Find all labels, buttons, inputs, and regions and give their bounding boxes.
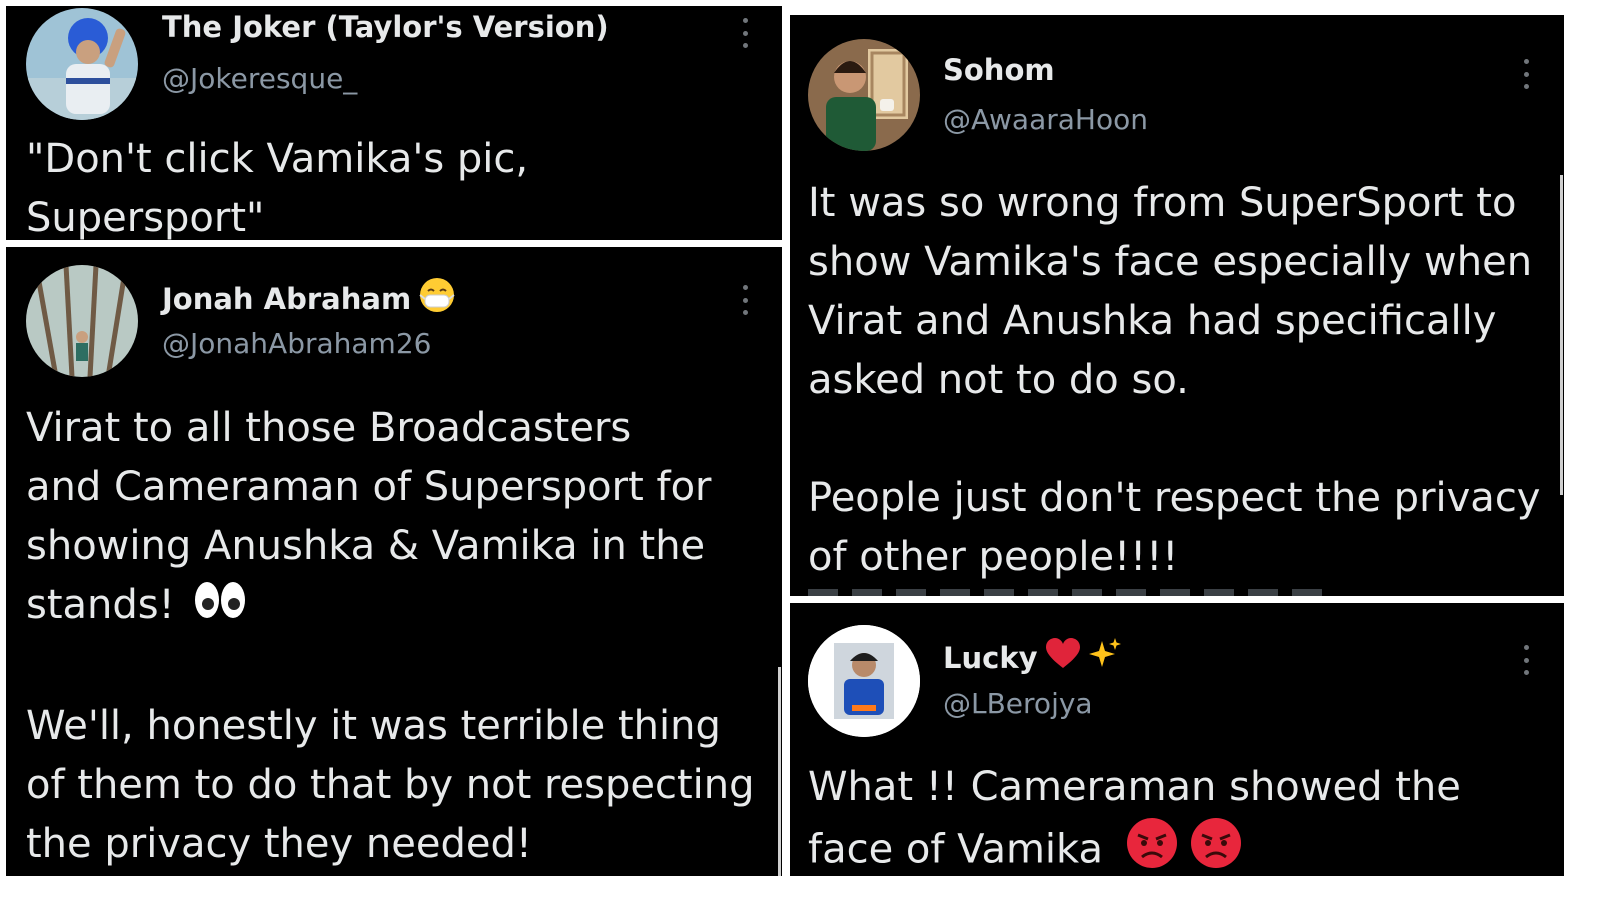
tweet-card-joker[interactable]: The Joker (Taylor's Version) @Jokeresque…: [6, 6, 782, 240]
more-options-icon[interactable]: [742, 18, 748, 48]
display-name[interactable]: The Joker (Taylor's Version): [162, 10, 609, 44]
avatar-lucky[interactable]: [808, 625, 920, 737]
face-with-mask-icon: [419, 277, 455, 320]
display-name[interactable]: Sohom: [943, 53, 1055, 87]
avatar-sohom[interactable]: [808, 39, 920, 151]
user-handle[interactable]: @AwaaraHoon: [943, 103, 1148, 136]
more-options-icon[interactable]: [1523, 59, 1529, 89]
user-handle[interactable]: @LBerojya: [943, 687, 1093, 720]
display-name[interactable]: Lucky: [943, 637, 1122, 678]
display-name[interactable]: Jonah Abraham: [162, 277, 455, 320]
more-options-icon[interactable]: [1523, 645, 1529, 675]
angry-face-icon: [1190, 817, 1242, 876]
user-handle[interactable]: @Jokeresque_: [162, 62, 357, 95]
avatar-jonah[interactable]: [26, 265, 138, 377]
tweet-card-jonah[interactable]: Jonah Abraham @JonahAbraham26 Virat to a…: [6, 247, 782, 876]
eyes-icon: [193, 578, 247, 637]
timestamp-cutoff: [808, 589, 1328, 596]
user-handle[interactable]: @JonahAbraham26: [162, 327, 431, 360]
tweet-text: Virat to all those Broadcasters and Came…: [26, 405, 755, 867]
red-heart-icon: [1045, 638, 1080, 677]
sparkles-icon: [1088, 637, 1122, 678]
tweet-text: "Don't click Vamika's pic, Supersport": [26, 136, 529, 240]
scrollbar[interactable]: [778, 667, 781, 876]
tweet-text: It was so wrong from SuperSport to show …: [808, 180, 1541, 580]
tweet-text: What !! Cameraman showed the face of Vam…: [808, 758, 1461, 876]
angry-face-icon: [1126, 817, 1178, 876]
scrollbar[interactable]: [1560, 175, 1563, 495]
tweet-card-lucky[interactable]: Lucky @LBerojya What !! Cameraman showed…: [790, 603, 1564, 876]
tweet-card-sohom[interactable]: Sohom @AwaaraHoon It was so wrong from S…: [790, 15, 1564, 596]
avatar-joker[interactable]: [26, 8, 138, 120]
more-options-icon[interactable]: [742, 285, 748, 315]
